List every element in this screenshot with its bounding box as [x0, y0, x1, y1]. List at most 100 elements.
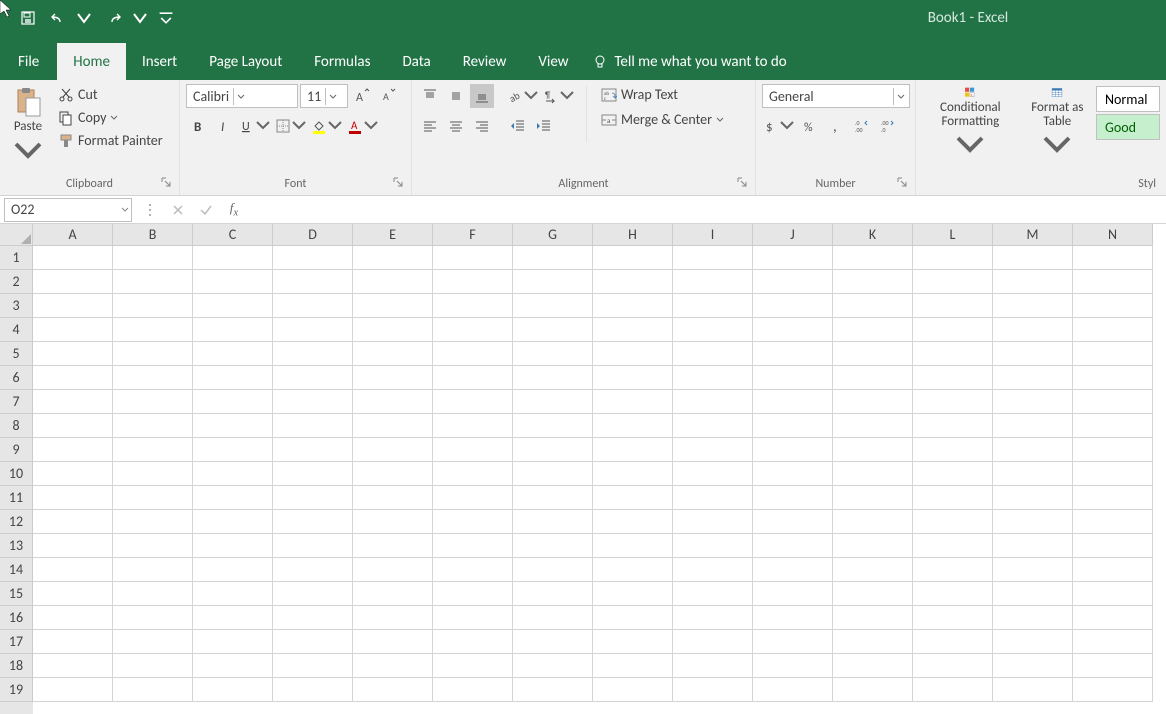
cell-K17[interactable]: [833, 630, 913, 654]
wrap-text-button[interactable]: abc Wrap Text: [597, 84, 728, 105]
cell-D15[interactable]: [273, 582, 353, 606]
cell-J5[interactable]: [753, 342, 833, 366]
cell-G9[interactable]: [513, 438, 593, 462]
cell-I2[interactable]: [673, 270, 753, 294]
cell-G15[interactable]: [513, 582, 593, 606]
cell-C15[interactable]: [193, 582, 273, 606]
cell-B6[interactable]: [113, 366, 193, 390]
cell-M13[interactable]: [993, 534, 1073, 558]
formula-input[interactable]: [248, 198, 1166, 222]
cell-H4[interactable]: [593, 318, 673, 342]
align-bottom-button[interactable]: [470, 84, 494, 108]
align-left-button[interactable]: [418, 114, 442, 138]
copy-button[interactable]: Copy: [54, 107, 167, 128]
cell-L17[interactable]: [913, 630, 993, 654]
formula-dots[interactable]: [136, 198, 164, 222]
row-header-15[interactable]: 15: [0, 582, 33, 606]
tell-me-search[interactable]: Tell me what you want to do: [584, 43, 794, 80]
cell-K10[interactable]: [833, 462, 913, 486]
redo-dropdown[interactable]: [126, 4, 154, 32]
cell-G3[interactable]: [513, 294, 593, 318]
font-color-button[interactable]: A: [346, 114, 380, 138]
cell-N4[interactable]: [1073, 318, 1153, 342]
column-header-C[interactable]: C: [193, 224, 273, 246]
cell-A5[interactable]: [33, 342, 113, 366]
cell-H15[interactable]: [593, 582, 673, 606]
cell-D17[interactable]: [273, 630, 353, 654]
cell-M2[interactable]: [993, 270, 1073, 294]
cell-K8[interactable]: [833, 414, 913, 438]
borders-button[interactable]: [274, 114, 308, 138]
cell-A18[interactable]: [33, 654, 113, 678]
column-header-D[interactable]: D: [273, 224, 353, 246]
cell-I7[interactable]: [673, 390, 753, 414]
cell-F9[interactable]: [433, 438, 513, 462]
cell-M1[interactable]: [993, 246, 1073, 270]
cell-L8[interactable]: [913, 414, 993, 438]
fill-color-button[interactable]: [310, 114, 344, 138]
cell-C16[interactable]: [193, 606, 273, 630]
cell-A9[interactable]: [33, 438, 113, 462]
cell-I11[interactable]: [673, 486, 753, 510]
cell-E14[interactable]: [353, 558, 433, 582]
tab-view[interactable]: View: [522, 43, 584, 80]
align-top-button[interactable]: [418, 84, 442, 108]
cell-L13[interactable]: [913, 534, 993, 558]
cell-K3[interactable]: [833, 294, 913, 318]
cell-G16[interactable]: [513, 606, 593, 630]
row-header-13[interactable]: 13: [0, 534, 33, 558]
italic-button[interactable]: I: [212, 114, 236, 138]
decrease-font-button[interactable]: A: [376, 84, 400, 108]
cell-K4[interactable]: [833, 318, 913, 342]
cell-E7[interactable]: [353, 390, 433, 414]
cell-B8[interactable]: [113, 414, 193, 438]
save-button[interactable]: [14, 4, 42, 32]
column-header-J[interactable]: J: [753, 224, 833, 246]
row-header-3[interactable]: 3: [0, 294, 33, 318]
cell-J2[interactable]: [753, 270, 833, 294]
increase-indent-button[interactable]: [532, 114, 556, 138]
cell-F13[interactable]: [433, 534, 513, 558]
cell-B5[interactable]: [113, 342, 193, 366]
font-size-combo[interactable]: 11: [300, 84, 348, 108]
cell-G14[interactable]: [513, 558, 593, 582]
cell-B1[interactable]: [113, 246, 193, 270]
cell-J16[interactable]: [753, 606, 833, 630]
cell-J15[interactable]: [753, 582, 833, 606]
cell-L18[interactable]: [913, 654, 993, 678]
row-header-8[interactable]: 8: [0, 414, 33, 438]
cell-M16[interactable]: [993, 606, 1073, 630]
cell-H2[interactable]: [593, 270, 673, 294]
cell-L7[interactable]: [913, 390, 993, 414]
cell-M12[interactable]: [993, 510, 1073, 534]
cell-E15[interactable]: [353, 582, 433, 606]
cell-K12[interactable]: [833, 510, 913, 534]
column-header-E[interactable]: E: [353, 224, 433, 246]
cell-N17[interactable]: [1073, 630, 1153, 654]
cell-K1[interactable]: [833, 246, 913, 270]
cell-I10[interactable]: [673, 462, 753, 486]
cell-M17[interactable]: [993, 630, 1073, 654]
cell-C13[interactable]: [193, 534, 273, 558]
cell-C1[interactable]: [193, 246, 273, 270]
cell-M11[interactable]: [993, 486, 1073, 510]
cell-H3[interactable]: [593, 294, 673, 318]
cell-L14[interactable]: [913, 558, 993, 582]
cell-A14[interactable]: [33, 558, 113, 582]
cell-A1[interactable]: [33, 246, 113, 270]
cell-M18[interactable]: [993, 654, 1073, 678]
cell-L11[interactable]: [913, 486, 993, 510]
insert-function-button[interactable]: fx: [220, 198, 248, 222]
cell-G1[interactable]: [513, 246, 593, 270]
cell-L15[interactable]: [913, 582, 993, 606]
style-good[interactable]: Good: [1096, 114, 1160, 140]
cell-C7[interactable]: [193, 390, 273, 414]
cell-E11[interactable]: [353, 486, 433, 510]
cell-C11[interactable]: [193, 486, 273, 510]
cell-G8[interactable]: [513, 414, 593, 438]
cell-C12[interactable]: [193, 510, 273, 534]
cell-I9[interactable]: [673, 438, 753, 462]
tab-data[interactable]: Data: [386, 43, 446, 80]
cell-H9[interactable]: [593, 438, 673, 462]
cell-I15[interactable]: [673, 582, 753, 606]
